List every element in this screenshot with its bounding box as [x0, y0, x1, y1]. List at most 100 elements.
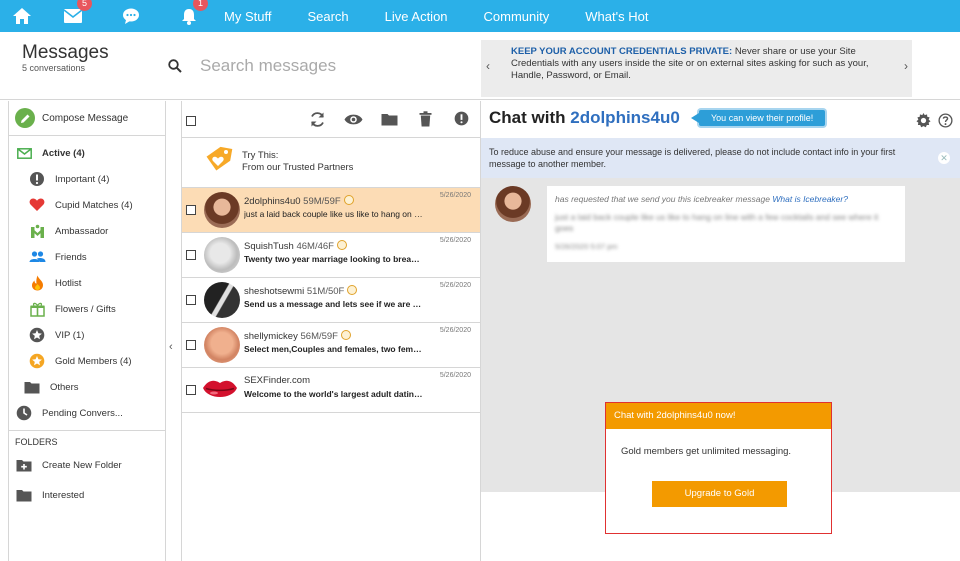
row-checkbox[interactable]: [186, 385, 196, 395]
partner-promo[interactable]: Try This: From our Trusted Partners: [182, 138, 480, 188]
notice-prev-arrow[interactable]: ‹: [486, 60, 490, 72]
row-checkbox[interactable]: [186, 250, 196, 260]
sidebar-item-cupid-matches[interactable]: Cupid Matches (4): [9, 192, 165, 218]
sidebar-item-friends[interactable]: Friends: [9, 244, 165, 270]
sidebar-item-label: Friends: [55, 251, 87, 263]
search-icon[interactable]: [168, 59, 182, 73]
folder-label: Create New Folder: [42, 459, 122, 471]
sidebar-item-label: Others: [50, 381, 79, 393]
page-title: Messages: [22, 42, 109, 63]
messages-badge: 5: [77, 0, 92, 11]
envelope-icon: [14, 143, 34, 163]
conversation-preview: Welcome to the world's largest adult dat…: [244, 389, 424, 399]
gold-star-icon: [27, 351, 47, 371]
avatar[interactable]: [204, 327, 240, 363]
sidebar-collapse-handle[interactable]: ‹: [166, 101, 182, 561]
safety-info-text: To reduce abuse and ensure your message …: [489, 147, 896, 169]
chevron-left-icon: ‹: [169, 341, 173, 353]
conversation-name: 2dolphins4u0 59M/59F: [244, 195, 354, 207]
refresh-icon[interactable]: [309, 111, 326, 128]
sidebar-item-others[interactable]: Others: [9, 374, 165, 400]
row-checkbox[interactable]: [186, 295, 196, 305]
avatar[interactable]: [204, 192, 240, 228]
folder-icon: [22, 377, 42, 397]
conversation-preview: just a laid back couple like us like to …: [244, 209, 424, 219]
clock-icon: [14, 403, 34, 423]
close-icon[interactable]: ✕: [938, 152, 950, 164]
conversation-row[interactable]: SEXFinder.com Welcome to the world's lar…: [182, 368, 480, 413]
lips-icon: [203, 380, 237, 397]
conversation-row[interactable]: 2dolphins4u0 59M/59F just a laid back co…: [182, 188, 480, 233]
heart-tag-icon: [206, 146, 233, 171]
sidebar-item-label: Important (4): [55, 173, 110, 185]
trash-icon[interactable]: [419, 111, 432, 127]
upgrade-to-gold-button[interactable]: Upgrade to Gold: [652, 481, 787, 507]
nav-live-action[interactable]: Live Action: [367, 9, 466, 24]
select-all-checkbox[interactable]: [186, 116, 196, 126]
conversation-name: SquishTush 46M/46F: [244, 240, 347, 252]
conversation-row[interactable]: SquishTush 46M/46F Twenty two year marri…: [182, 233, 480, 278]
eye-icon[interactable]: [344, 113, 363, 126]
sidebar-item-gold-members[interactable]: Gold Members (4): [9, 348, 165, 374]
sidebar-item-important[interactable]: Important (4): [9, 166, 165, 192]
gift-icon: [27, 299, 47, 319]
conversation-date: 5/26/2020: [439, 282, 471, 289]
sidebar-item-label: VIP (1): [55, 329, 85, 341]
folder-label: Interested: [42, 489, 85, 501]
report-icon[interactable]: [454, 111, 469, 126]
sidebar-item-hotlist[interactable]: Hotlist: [9, 270, 165, 296]
compose-label: Compose Message: [42, 112, 129, 124]
avatar[interactable]: [204, 282, 240, 318]
chat-button[interactable]: [102, 0, 160, 32]
create-new-folder-button[interactable]: Create New Folder: [9, 450, 165, 480]
conversation-preview: Send us a message and lets see if we are…: [244, 299, 424, 309]
chat-body: To reduce abuse and ensure your message …: [481, 138, 960, 534]
chat-username[interactable]: 2dolphins4u0: [570, 108, 680, 127]
sidebar-item-label: Cupid Matches (4): [55, 199, 133, 211]
messages-button[interactable]: 5: [44, 0, 102, 32]
search-input[interactable]: [200, 52, 460, 80]
view-profile-pill[interactable]: You can view their profile!: [690, 110, 826, 126]
nav-search[interactable]: Search: [289, 9, 366, 24]
conversation-row[interactable]: sheshotsewmi 51M/50F Send us a message a…: [182, 278, 480, 323]
home-button[interactable]: [0, 0, 44, 32]
avatar[interactable]: [495, 186, 531, 222]
friends-icon: [27, 247, 47, 267]
what-is-icebreaker-link[interactable]: What is Icebreaker?: [772, 194, 848, 204]
nav-whats-hot[interactable]: What's Hot: [567, 9, 666, 24]
messages-header: Messages 5 conversations ‹ KEEP YOUR ACC…: [0, 32, 960, 128]
conversation-date: 5/26/2020: [439, 372, 471, 379]
conversation-row[interactable]: shellymickey 56M/59F Select men,Couples …: [182, 323, 480, 368]
row-checkbox[interactable]: [186, 340, 196, 350]
folder-interested[interactable]: Interested: [9, 480, 165, 510]
ambassador-icon: [27, 221, 47, 241]
chat-pane: Chat with 2dolphins4u0 You can view thei…: [481, 101, 960, 561]
sidebar-item-label: Active (4): [42, 147, 85, 159]
bell-icon: [182, 8, 196, 25]
row-checkbox[interactable]: [186, 205, 196, 215]
upgrade-modal-header: Chat with 2dolphins4u0 now!: [606, 403, 831, 429]
compose-message-button[interactable]: Compose Message: [9, 101, 165, 136]
avatar[interactable]: [204, 237, 240, 273]
sidebar-item-label: Ambassador: [55, 225, 109, 237]
conversation-list: Try This: From our Trusted Partners 2dol…: [182, 101, 481, 561]
conversation-preview: Twenty two year marriage looking to brea…: [244, 254, 424, 264]
partner-line1: Try This:: [242, 150, 279, 161]
pencil-icon: [15, 108, 35, 128]
notice-next-arrow[interactable]: ›: [904, 60, 908, 72]
sidebar-item-vip[interactable]: VIP (1): [9, 322, 165, 348]
list-toolbar: [182, 101, 480, 138]
sidebar-item-pending[interactable]: Pending Convers...: [9, 400, 165, 426]
notifications-button[interactable]: 1: [160, 0, 218, 32]
nav-my-stuff[interactable]: My Stuff: [218, 9, 289, 24]
nav-community[interactable]: Community: [466, 9, 568, 24]
folder-icon[interactable]: [381, 113, 398, 126]
partner-line2: From our Trusted Partners: [242, 162, 354, 173]
sidebar-item-ambassador[interactable]: Ambassador: [9, 218, 165, 244]
gold-crown-icon: [343, 195, 354, 205]
blurred-message: just a laid back couple like us like to …: [555, 212, 879, 233]
sidebar-item-flowers-gifts[interactable]: Flowers / Gifts: [9, 296, 165, 322]
exclamation-icon: [27, 169, 47, 189]
sidebar-item-active[interactable]: Active (4): [9, 140, 165, 166]
chat-header: Chat with 2dolphins4u0 You can view thei…: [481, 101, 960, 138]
